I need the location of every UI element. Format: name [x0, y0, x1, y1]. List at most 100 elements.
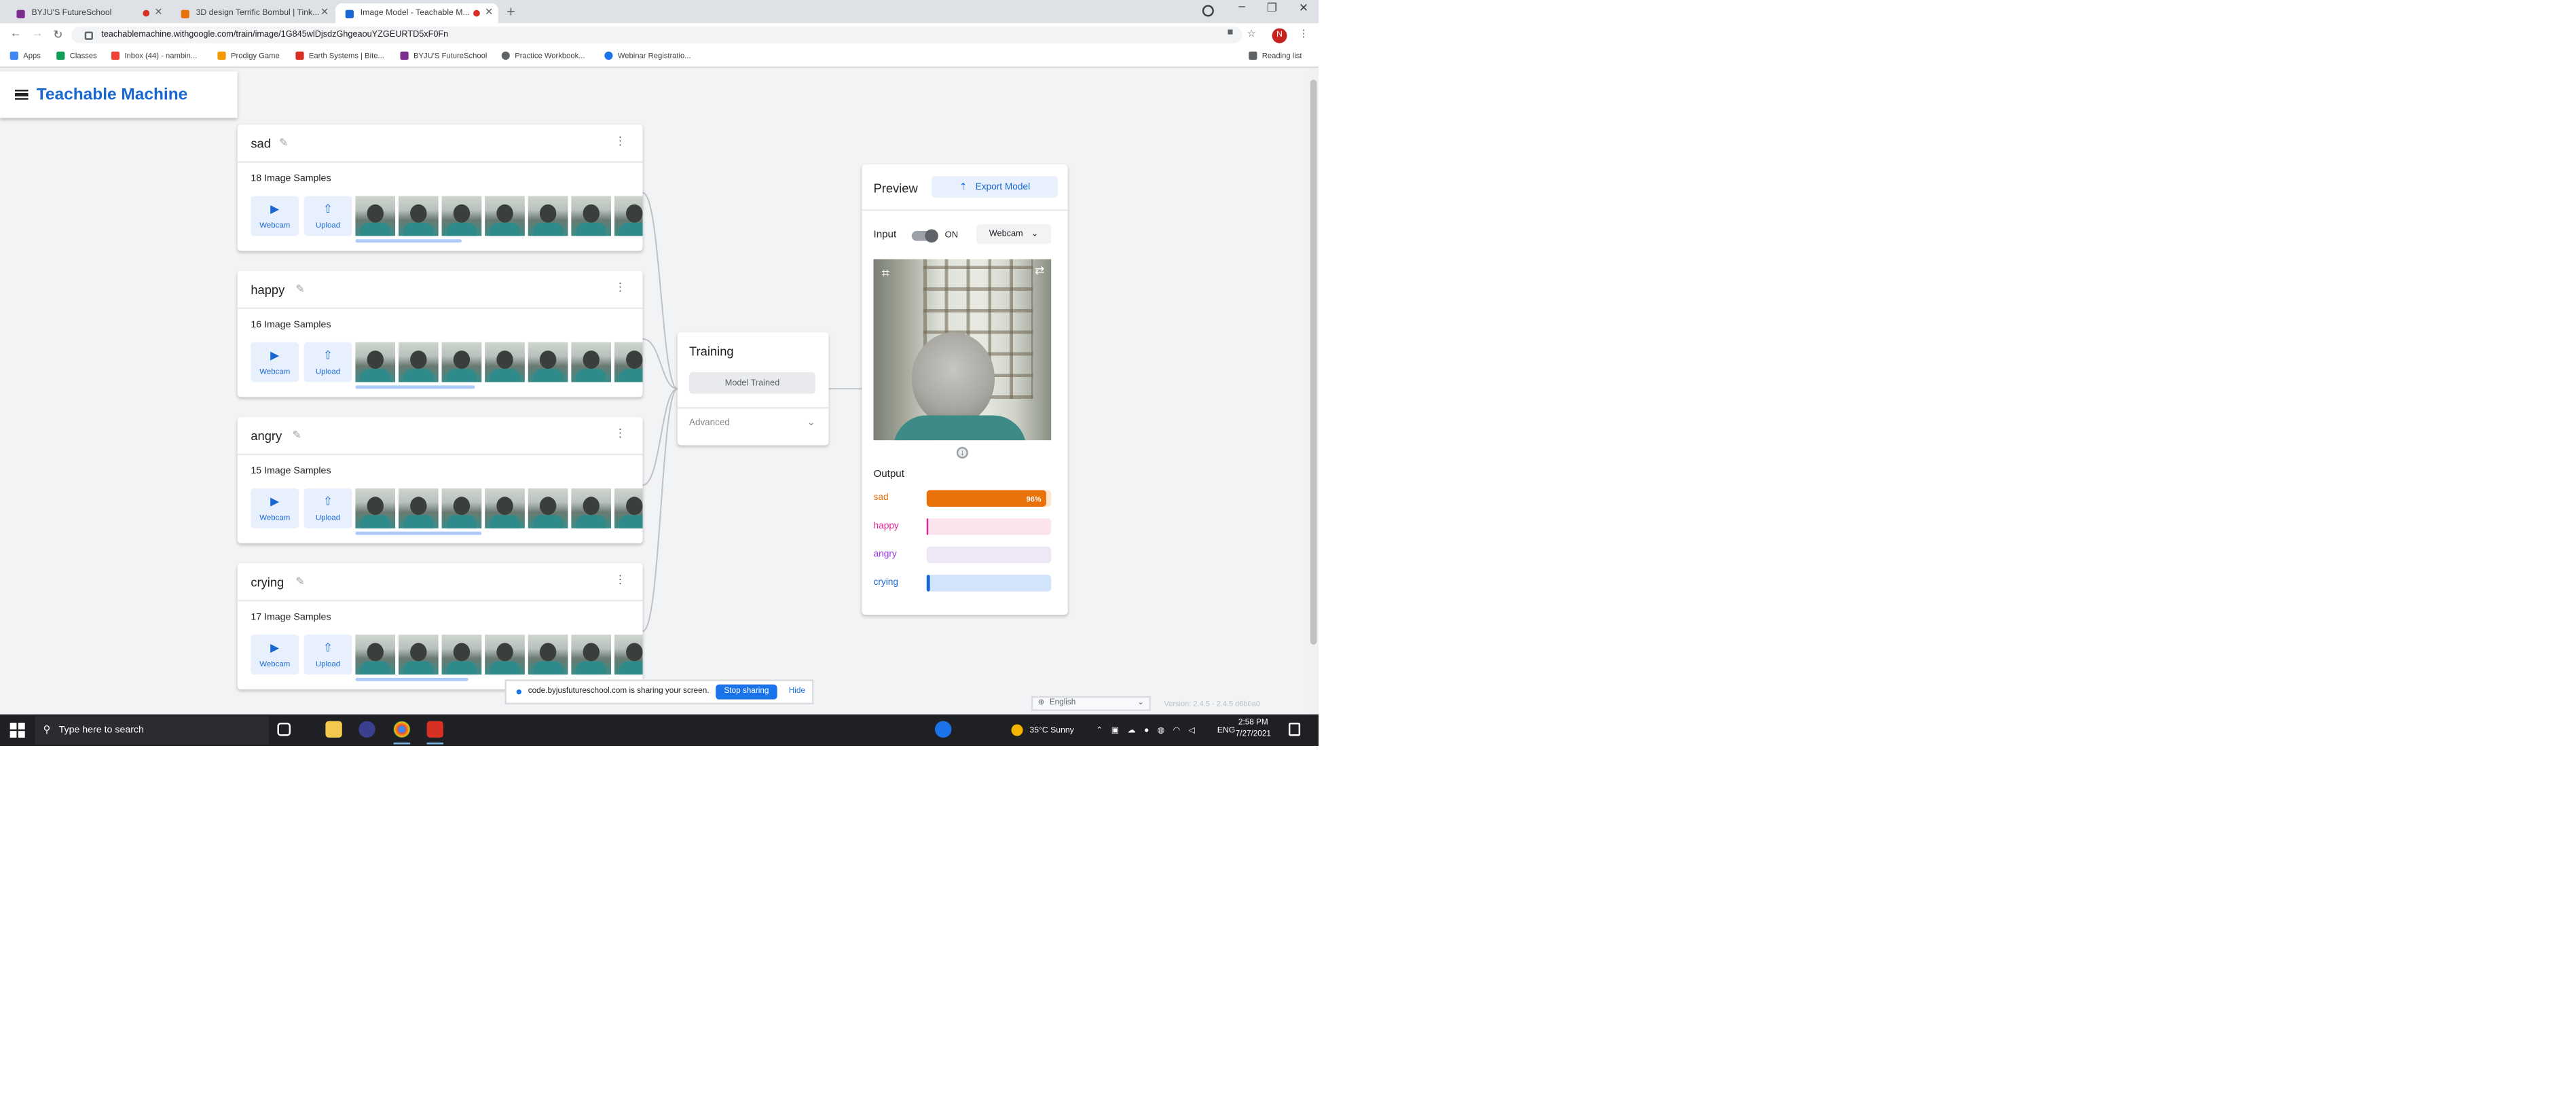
class-options-icon[interactable]: ⋮ [614, 427, 626, 440]
windows-start-icon[interactable] [10, 722, 25, 738]
profile-avatar[interactable]: N [1272, 27, 1287, 43]
file-explorer-icon[interactable] [325, 721, 342, 738]
menu-dots-icon[interactable]: ⋮ [1299, 29, 1309, 40]
camera-in-use-icon[interactable]: ■ [1227, 29, 1233, 39]
taskbar-clock[interactable]: 2:58 PM 7/27/2021 [1236, 718, 1271, 741]
app-recording-icon[interactable] [426, 721, 444, 738]
sample-thumbnail[interactable] [528, 634, 568, 675]
tab-tinkercad[interactable]: 3D design Terrific Bombul | Tink... ✕ [171, 3, 334, 23]
class-options-icon[interactable]: ⋮ [614, 281, 626, 294]
weather-widget[interactable]: 35°C Sunny [1011, 715, 1074, 746]
sample-thumbnail[interactable] [398, 634, 439, 675]
thumbnail-scrollbar[interactable] [355, 385, 475, 389]
class-options-icon[interactable]: ⋮ [614, 134, 626, 148]
edit-pencil-icon[interactable]: ✎ [292, 429, 301, 442]
close-tab-icon[interactable]: ✕ [485, 7, 493, 18]
wifi-icon[interactable]: ◠ [1173, 725, 1181, 736]
forward-icon[interactable]: → [31, 29, 43, 40]
notification-center-icon[interactable] [1288, 722, 1301, 736]
sample-thumbnail[interactable] [355, 196, 396, 236]
sample-thumbnail[interactable] [355, 342, 396, 382]
bookmark-prodigy[interactable]: Prodigy Game [217, 51, 280, 60]
advanced-toggle[interactable]: Advanced [689, 418, 730, 429]
webcam-button[interactable]: ▶ Webcam [251, 342, 299, 382]
sample-thumbnail[interactable] [485, 488, 525, 528]
bookmark-classes[interactable]: Classes [56, 51, 97, 60]
arrow-down-icon[interactable]: ↓ [956, 446, 968, 459]
address-bar[interactable]: teachablemachine.withgoogle.com/train/im… [71, 26, 1243, 43]
microphone-icon[interactable]: ● [1144, 725, 1149, 736]
chevron-down-icon[interactable]: ⌄ [807, 417, 815, 429]
upload-button[interactable]: ⇧ Upload [303, 488, 352, 528]
input-source-select[interactable]: Webcam ⌄ [976, 224, 1052, 245]
webcam-button[interactable]: ▶ Webcam [251, 634, 299, 675]
sample-thumbnail[interactable] [398, 196, 439, 236]
sample-thumbnail[interactable] [614, 634, 643, 675]
sample-thumbnail[interactable] [528, 342, 568, 382]
sample-thumbnail[interactable] [398, 342, 439, 382]
teams-icon[interactable] [358, 721, 375, 738]
sample-thumbnail[interactable] [355, 488, 396, 528]
bookmark-webinar[interactable]: Webinar Registratio... [604, 51, 691, 60]
webcam-button[interactable]: ▶ Webcam [251, 196, 299, 236]
upload-button[interactable]: ⇧ Upload [303, 342, 352, 382]
hide-share-bar-button[interactable]: Hide [789, 688, 805, 696]
edit-pencil-icon[interactable]: ✎ [295, 575, 304, 588]
edit-pencil-icon[interactable]: ✎ [279, 137, 288, 149]
network-icon[interactable]: ◍ [1158, 725, 1165, 736]
sample-thumbnail[interactable] [528, 196, 568, 236]
sample-thumbnail[interactable] [571, 634, 612, 675]
sample-thumbnail[interactable] [571, 196, 612, 236]
reload-icon[interactable]: ↻ [53, 29, 62, 41]
language-select[interactable]: ⊕ English ⌄ [1031, 696, 1151, 711]
sample-thumbnail[interactable] [441, 488, 482, 528]
sample-thumbnail[interactable] [485, 634, 525, 675]
sample-thumbnail[interactable] [571, 342, 612, 382]
input-language[interactable]: ENG [1217, 715, 1236, 746]
sample-thumbnail[interactable] [528, 488, 568, 528]
back-icon[interactable]: ← [10, 29, 22, 40]
bookmark-byjus[interactable]: BYJU'S FutureSchool [400, 51, 487, 60]
sample-thumbnail[interactable] [441, 634, 482, 675]
thumbnail-scrollbar[interactable] [355, 531, 482, 535]
flip-camera-icon[interactable]: ⇄ [1035, 264, 1044, 277]
minimize-icon[interactable]: – [1238, 1, 1245, 15]
tab-byjus[interactable]: BYJU'S FutureSchool ✕ [7, 3, 168, 23]
restore-icon[interactable]: ❐ [1267, 1, 1277, 15]
class-name[interactable]: sad [251, 137, 271, 151]
sample-thumbnail[interactable] [614, 488, 643, 528]
tab-search-icon[interactable] [1202, 5, 1214, 17]
class-name[interactable]: crying [251, 575, 284, 590]
stop-sharing-button[interactable]: Stop sharing [716, 684, 777, 700]
close-tab-icon[interactable]: ✕ [320, 7, 329, 18]
page-scroll-thumb[interactable] [1310, 79, 1317, 645]
bookmark-apps[interactable]: Apps [10, 51, 41, 60]
cloud-icon[interactable]: ☁ [1128, 725, 1136, 736]
task-view-icon[interactable] [277, 722, 291, 736]
sample-thumbnail[interactable] [485, 342, 525, 382]
sample-thumbnail[interactable] [485, 196, 525, 236]
bookmark-earth-systems[interactable]: Earth Systems | Bite... [295, 51, 384, 60]
volume-icon[interactable]: ◁ [1189, 725, 1195, 736]
export-model-button[interactable]: ⇡ Export Model [932, 176, 1058, 198]
input-toggle[interactable] [911, 229, 938, 243]
upload-button[interactable]: ⇧ Upload [303, 634, 352, 675]
bookmark-star-icon[interactable]: ☆ [1247, 29, 1256, 40]
sample-thumbnail[interactable] [398, 488, 439, 528]
tray-app-icon[interactable]: ▣ [1111, 725, 1120, 736]
sample-thumbnail[interactable] [614, 196, 643, 236]
new-tab-icon[interactable]: + [507, 3, 515, 20]
class-name[interactable]: angry [251, 429, 282, 444]
sample-thumbnail[interactable] [614, 342, 643, 382]
reading-list[interactable]: Reading list [1249, 51, 1302, 60]
sample-thumbnail[interactable] [571, 488, 612, 528]
webcam-button[interactable]: ▶ Webcam [251, 488, 299, 528]
chrome-icon[interactable] [393, 721, 411, 738]
class-options-icon[interactable]: ⋮ [614, 573, 626, 586]
thumbnail-scrollbar[interactable] [355, 239, 462, 242]
edit-pencil-icon[interactable]: ✎ [295, 283, 304, 295]
sample-thumbnail[interactable] [441, 196, 482, 236]
close-window-icon[interactable]: ✕ [1299, 1, 1308, 15]
upload-button[interactable]: ⇧ Upload [303, 196, 352, 236]
chevron-up-icon[interactable]: ⌃ [1096, 725, 1103, 736]
